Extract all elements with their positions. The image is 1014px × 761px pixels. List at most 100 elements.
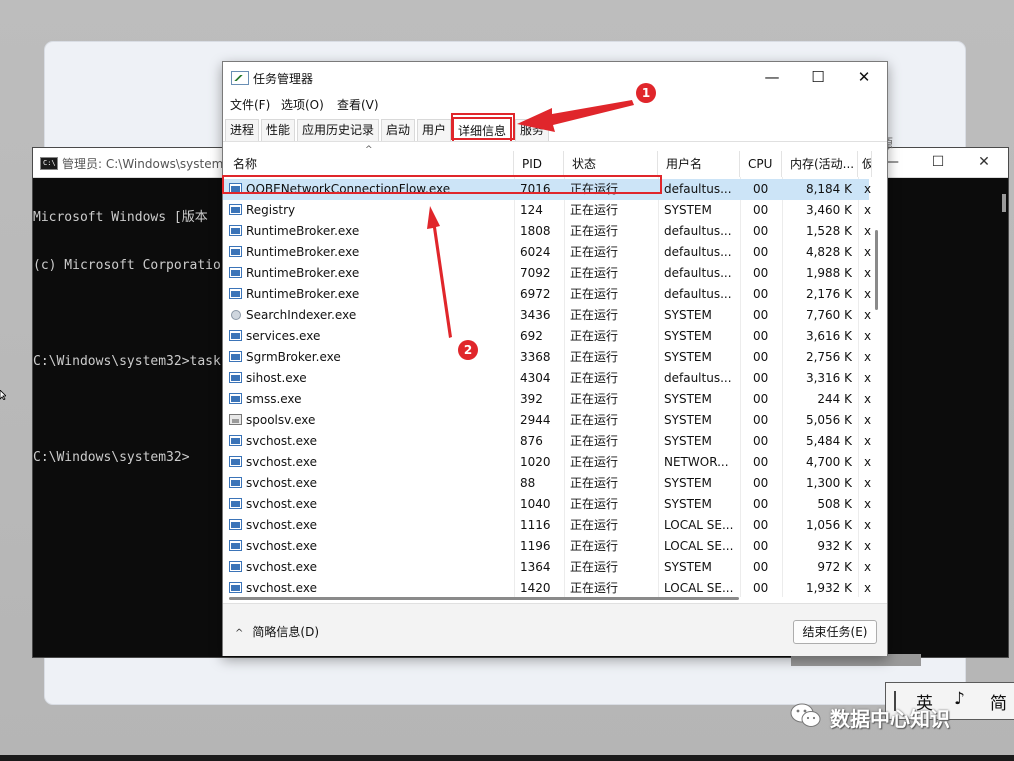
table-row[interactable]: svchost.exe 1116 正在运行 LOCAL SE... 00 1,056 K x <box>223 515 871 536</box>
process-cpu: 00 <box>753 476 769 490</box>
process-status: 正在运行 <box>570 287 619 301</box>
ime-punctuation-icon[interactable]: ♪ <box>954 689 965 709</box>
tm-minimize-button[interactable]: — <box>749 62 795 92</box>
process-username: SYSTEM <box>664 203 712 217</box>
tab-startup[interactable]: 启动 <box>381 119 416 141</box>
process-memory: 5,056 K <box>805 413 852 427</box>
process-pid: 1040 <box>520 497 551 511</box>
table-row[interactable]: RuntimeBroker.exe 6972 正在运行 defaultus... 00 2… <box>223 284 871 305</box>
column-header-status[interactable]: 状态 <box>564 151 658 177</box>
table-row[interactable]: svchost.exe 1196 正在运行 LOCAL SE... 00 932 K x <box>223 536 871 557</box>
process-memory: 5,484 K <box>805 434 852 448</box>
tm-close-button[interactable]: ✕ <box>841 62 887 92</box>
process-username: SYSTEM <box>664 308 712 322</box>
process-cpu: 00 <box>753 518 769 532</box>
process-name: svchost.exe <box>246 581 317 595</box>
process-status: 正在运行 <box>570 245 619 259</box>
process-memory: 1,056 K <box>805 518 852 532</box>
printer-icon <box>229 414 242 425</box>
process-status: 正在运行 <box>570 266 619 280</box>
tab-services[interactable]: 服务 <box>515 119 550 141</box>
tab-processes[interactable]: 进程 <box>225 119 260 141</box>
process-username: defaultus... <box>664 371 732 385</box>
process-cpu: 00 <box>753 539 769 553</box>
ime-simplified-toggle[interactable]: 简 <box>990 689 1007 714</box>
column-header-cpu[interactable]: CPU <box>740 151 782 177</box>
process-extra: x <box>864 497 872 511</box>
task-manager-titlebar[interactable]: 任务管理器 — ☐ ✕ <box>223 62 887 92</box>
wechat-logo-icon <box>790 703 821 727</box>
menu-file[interactable]: 文件(F) <box>230 96 270 113</box>
table-row[interactable]: SearchIndexer.exe 3436 正在运行 SYSTEM 00 7,760 K… <box>223 305 872 326</box>
process-username: SYSTEM <box>664 392 712 406</box>
app-icon <box>229 267 242 278</box>
process-status: 正在运行 <box>570 203 619 217</box>
tab-performance[interactable]: 性能 <box>261 119 296 141</box>
table-row[interactable]: sihost.exe 4304 正在运行 defaultus... 00 3,316 K x <box>223 368 871 389</box>
process-status: 正在运行 <box>570 350 619 364</box>
table-row[interactable]: svchost.exe 1364 正在运行 SYSTEM 00 972 K x <box>223 557 871 578</box>
process-memory: 508 K <box>817 497 852 511</box>
process-pid: 1196 <box>520 539 551 553</box>
app-icon <box>229 561 242 572</box>
process-extra: x <box>864 224 872 238</box>
tab-users[interactable]: 用户 <box>417 119 452 141</box>
menu-options[interactable]: 选项(O) <box>281 96 324 113</box>
column-header-extra[interactable]: 仮 <box>858 151 872 177</box>
table-row[interactable]: RuntimeBroker.exe 1808 正在运行 defaultus... 00 1… <box>223 221 872 242</box>
table-row[interactable]: services.exe 692 正在运行 SYSTEM 00 3,616 Kx <box>223 326 871 347</box>
column-header-name[interactable]: 名称 <box>225 151 514 177</box>
cmd-close-button[interactable]: ✕ <box>961 148 1007 177</box>
vertical-scrollbar-thumb[interactable] <box>875 230 878 310</box>
end-task-button[interactable]: 结束任务(E) <box>793 620 877 644</box>
table-row[interactable]: Registry 124 正在运行 SYSTEM 00 3,460 K x <box>223 200 871 221</box>
process-cpu: 00 <box>753 413 769 427</box>
process-memory: 1,528 K <box>805 224 852 238</box>
process-pid: 1808 <box>520 224 551 238</box>
table-row[interactable]: svchost.exe 1420 正在运行 LOCAL SE... 00 1,932 K x <box>223 578 871 599</box>
task-manager-icon <box>231 71 249 85</box>
horizontal-scrollbar-thumb[interactable] <box>229 597 739 600</box>
cmd-scrollbar-thumb[interactable] <box>1002 194 1006 212</box>
table-row[interactable]: spoolsv.exe 2944 正在运行 SYSTEM 00 5,056 K x <box>223 410 871 431</box>
table-row[interactable]: smss.exe 392 正在运行 SYSTEM 00 244 K x <box>223 389 871 410</box>
process-extra: x <box>864 308 872 322</box>
app-icon <box>229 519 242 530</box>
tab-app-history[interactable]: 应用历史记录 <box>297 119 380 141</box>
process-memory: 244 K <box>817 392 852 406</box>
process-name: svchost.exe <box>246 539 317 553</box>
process-username: SYSTEM <box>664 413 712 427</box>
process-username: SYSTEM <box>664 329 712 343</box>
column-header-memory[interactable]: 内存(活动... <box>782 151 858 177</box>
table-row[interactable]: svchost.exe 876 正在运行 SYSTEM 00 5,484 K x <box>223 431 871 452</box>
column-header-pid[interactable]: PID <box>514 151 564 177</box>
process-status: 正在运行 <box>570 539 619 553</box>
app-icon <box>229 225 242 236</box>
fewer-details-label: 简略信息(D) <box>252 625 319 639</box>
app-icon <box>229 477 242 488</box>
process-cpu: 00 <box>753 203 769 217</box>
tm-maximize-button[interactable]: ☐ <box>795 62 841 92</box>
table-row[interactable]: svchost.exe 1020 正在运行 NETWOR... 00 4,700 K x <box>223 452 871 473</box>
mouse-cursor-icon <box>0 390 6 400</box>
table-row[interactable]: svchost.exe 88 正在运行 SYSTEM 00 1,300 K x <box>223 473 871 494</box>
column-header-username[interactable]: 用户名 <box>658 151 740 177</box>
process-pid: 1020 <box>520 455 551 469</box>
process-pid: 2944 <box>520 413 551 427</box>
table-row[interactable]: RuntimeBroker.exe 6024 正在运行 defaultus... 00 4… <box>223 242 872 263</box>
table-row[interactable]: svchost.exe 1040 正在运行 SYSTEM 00 508 K x <box>223 494 872 515</box>
process-username: LOCAL SE... <box>664 539 734 553</box>
cmd-maximize-button[interactable]: ☐ <box>915 148 961 177</box>
menu-view[interactable]: 查看(V) <box>337 96 379 113</box>
process-extra: x <box>864 245 872 259</box>
table-row[interactable]: SgrmBroker.exe 3368 正在运行 SYSTEM 00 2,756 Kx <box>223 347 871 368</box>
process-memory: 3,460 K <box>805 203 852 217</box>
process-status: 正在运行 <box>570 371 619 385</box>
cmd-title-text: 管理员: C:\Windows\system32 <box>62 157 239 171</box>
table-row[interactable]: RuntimeBroker.exe 7092 正在运行 defaultus... 00 1… <box>223 263 871 284</box>
fewer-details-toggle[interactable]: ^ 简略信息(D) <box>235 623 319 640</box>
process-name: svchost.exe <box>246 497 317 511</box>
process-name: SearchIndexer.exe <box>246 308 357 322</box>
process-username: defaultus... <box>664 287 732 301</box>
process-username: LOCAL SE... <box>664 518 734 532</box>
